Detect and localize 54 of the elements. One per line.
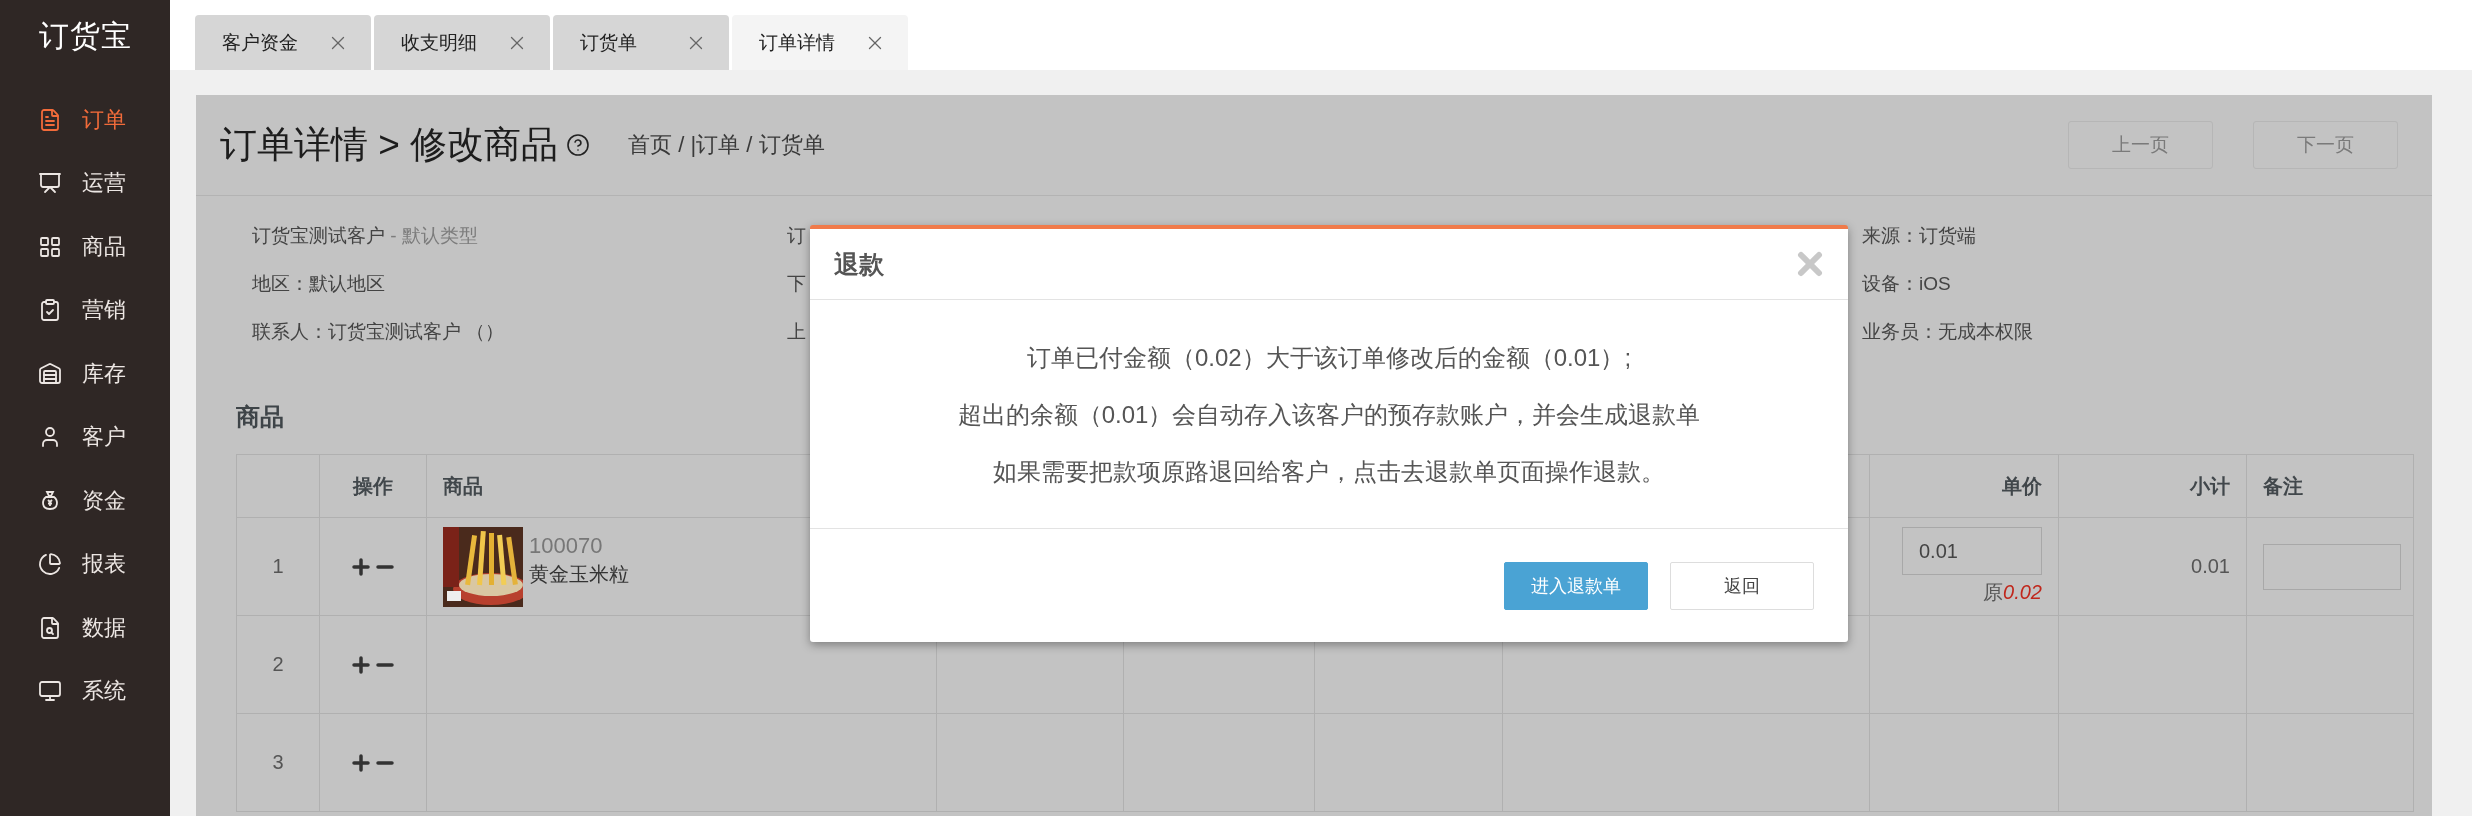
sidebar-item[interactable]: 营销 xyxy=(0,278,170,342)
sidebar-item[interactable]: 资金 xyxy=(0,469,170,533)
section-title: 商品 xyxy=(236,402,284,432)
table-cell: 1 xyxy=(237,518,320,616)
dialog-message: 如果需要把款项原路退回给客户，点击去退款单页面操作退款。 xyxy=(993,456,1665,487)
presentation-icon xyxy=(38,171,62,196)
dialog-button[interactable]: 返回 xyxy=(1670,561,1814,610)
info-text: 业务员：无成本权限 xyxy=(1862,320,2033,344)
column-header: 备注 xyxy=(2247,455,2414,518)
table-cell: 0.01 xyxy=(2059,518,2247,616)
search-document-icon xyxy=(38,615,62,640)
monitor-icon xyxy=(38,679,62,704)
help-icon[interactable] xyxy=(566,133,591,157)
tab[interactable]: 客户资金 xyxy=(195,15,371,70)
price-field[interactable]: 0.01 xyxy=(1902,527,2042,575)
sidebar-item[interactable]: 数据 xyxy=(0,596,170,660)
original-price: 原0.02 xyxy=(1983,580,2042,605)
column-header: 操作 xyxy=(320,455,427,518)
breadcrumb: 首页 / |订单 / 订货单 xyxy=(628,131,825,159)
grid-icon xyxy=(38,234,62,259)
info-text: 订 xyxy=(787,224,806,248)
info-text: 来源：订货端 xyxy=(1862,224,1976,248)
info-text: 上 xyxy=(787,320,806,344)
column-header: 小计 xyxy=(2059,455,2247,518)
sidebar-item[interactable]: 运营 xyxy=(0,151,170,215)
document-icon xyxy=(38,107,62,132)
dialog-message: 超出的余额（0.01）会自动存入该客户的预存款账户，并会生成退款单 xyxy=(957,399,1701,430)
info-text: 设备：iOS xyxy=(1862,272,1951,296)
logo: 订货宝 xyxy=(38,18,132,54)
dialog-title: 退款 xyxy=(834,248,884,280)
column-header: 单价 xyxy=(1870,455,2059,518)
dialog-message: 订单已付金额（0.02）大于该订单修改后的金额（0.01）; xyxy=(1026,342,1632,373)
sidebar-item[interactable]: 商品 xyxy=(0,215,170,279)
info-text: 联系人：订货宝测试客户 （） xyxy=(252,320,505,344)
clipboard-check-icon xyxy=(38,298,62,323)
sidebar-item[interactable]: 系统 xyxy=(0,659,170,723)
tab[interactable]: 收支明细 xyxy=(374,15,550,70)
product-code: 100070 xyxy=(529,532,604,559)
sidebar-item[interactable]: 报表 xyxy=(0,532,170,596)
info-text: 地区：默认地区 xyxy=(252,272,385,296)
sidebar-item[interactable]: 库存 xyxy=(0,342,170,406)
page-title: 订单详情 > 修改商品 xyxy=(220,123,559,167)
table-cell: 3 xyxy=(237,714,320,812)
tab[interactable]: 订货单 xyxy=(553,15,729,70)
remark-field[interactable] xyxy=(2263,543,2401,590)
product-name: 黄金玉米粒 xyxy=(529,561,629,587)
sidebar-item[interactable]: 订单 xyxy=(0,88,170,152)
warehouse-icon xyxy=(38,361,62,386)
pie-chart-icon xyxy=(38,552,62,577)
table-cell: 2 xyxy=(237,616,320,714)
sidebar-item[interactable]: 客户 xyxy=(0,405,170,469)
info-text: 订货宝测试客户 - 默认类型 xyxy=(252,224,478,248)
info-text: 下 xyxy=(787,272,806,296)
tab[interactable]: 订单详情 xyxy=(732,15,908,70)
